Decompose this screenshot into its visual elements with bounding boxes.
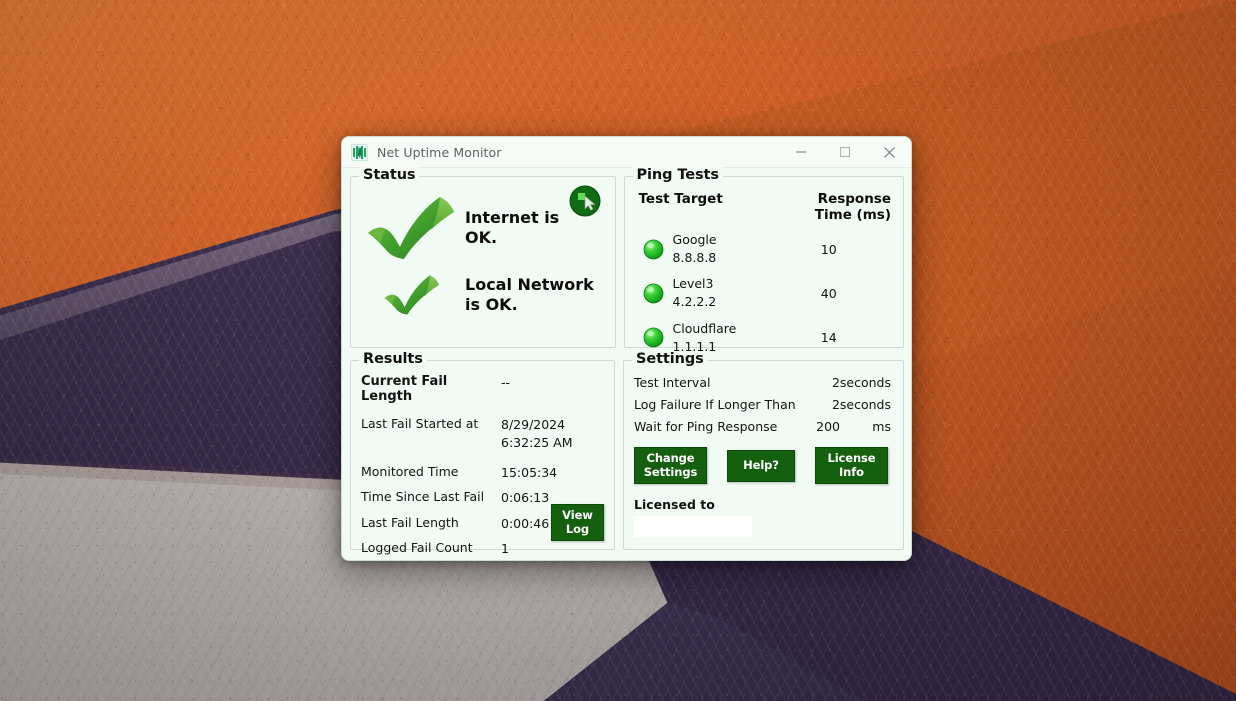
monitoring-activity-icon (569, 185, 601, 217)
current-fail-length-value: -- (501, 375, 511, 390)
maximize-icon[interactable] (823, 137, 867, 168)
status-led-icon (635, 327, 673, 348)
setting-value: 2 (831, 397, 840, 412)
status-led-icon (635, 283, 673, 304)
last-fail-started-label: Last Fail Started at (361, 416, 479, 431)
local-network-checkmark-icon (361, 273, 465, 317)
logged-fail-count-label: Logged Fail Count (361, 539, 473, 555)
license-info-line1: License (827, 450, 876, 465)
net-uptime-monitor-window: Net Uptime Monitor Status Internet is OK… (341, 136, 912, 561)
setting-value: 2 (831, 375, 840, 390)
last-fail-started-value: 8/29/2024 6:32:25 AM (501, 416, 573, 452)
help-button[interactable]: Help? (727, 450, 795, 482)
monitored-time-label: Monitored Time (361, 464, 459, 480)
setting-unit: ms (872, 419, 891, 434)
local-network-status-row: Local Network is OK. (361, 273, 605, 317)
change-settings-line2: Settings (643, 464, 698, 479)
ping-tests-header: Test Target Response Time (ms) (635, 191, 893, 223)
last-fail-length-value: 0:00:46 (501, 515, 550, 531)
monitored-time-row: Monitored Time 15:05:34 (361, 464, 604, 482)
change-settings-line1: Change (646, 450, 695, 465)
license-info-button[interactable]: License Info (815, 447, 888, 484)
setting-unit: seconds (839, 375, 891, 390)
ping-target-ip: 4.2.2.2 (672, 294, 717, 310)
settings-button-row: Change Settings Help? License Info (634, 447, 893, 484)
setting-unit: seconds (839, 397, 891, 412)
view-log-button[interactable]: View Log (551, 504, 604, 541)
ping-target-google: Google 8.8.8.8 (673, 231, 787, 267)
ping-tests-panel: Ping Tests Test Target Response Time (ms… (623, 167, 904, 354)
setting-row-test-interval: Test Interval 2 seconds (634, 375, 893, 390)
status-led-icon (635, 239, 673, 260)
time-since-last-fail-label: Time Since Last Fail (361, 489, 485, 505)
change-settings-button[interactable]: Change Settings (634, 447, 707, 484)
status-panel: Status Internet is OK. Local Network is … (350, 167, 616, 348)
licensed-to-label: Licensed to (634, 497, 715, 512)
results-panel: Results Current Fail Length -- Last Fail… (350, 351, 615, 556)
license-info-line2: Info (839, 464, 864, 479)
logged-fail-count-row: Logged Fail Count 1 (361, 540, 604, 558)
internet-status-line1: Internet is (465, 208, 560, 228)
waveform-icon (351, 143, 368, 161)
local-network-status-line2: is OK. (465, 295, 518, 314)
ping-column-target: Test Target (638, 191, 723, 207)
ping-target-ip: 8.8.8.8 (672, 250, 717, 266)
last-fail-started-date: 8/29/2024 (501, 417, 566, 432)
licensed-to-value (634, 516, 752, 537)
ping-target-level3: Level3 4.2.2.2 (673, 275, 787, 311)
internet-checkmark-icon (361, 195, 465, 261)
last-fail-length-label: Last Fail Length (361, 514, 459, 530)
logged-fail-count-value: 1 (501, 540, 509, 556)
current-fail-length-label: Current Fail Length (361, 374, 448, 404)
ping-tests-panel-legend: Ping Tests (632, 167, 723, 183)
monitored-time-value: 15:05:34 (501, 465, 558, 481)
window-title: Net Uptime Monitor (377, 144, 502, 160)
time-since-last-fail-value: 0:06:13 (501, 490, 550, 506)
bottom-panels-row: Results Current Fail Length -- Last Fail… (350, 351, 904, 556)
settings-panel-legend: Settings (632, 351, 708, 367)
status-panel-legend: Status (359, 167, 420, 183)
minimize-icon[interactable] (779, 137, 823, 168)
ping-response-value: 14 (820, 330, 837, 346)
view-log-line1: View (562, 507, 593, 522)
local-network-status-text: Local Network is OK. (465, 275, 594, 314)
ping-column-response: Response Time (ms) (814, 191, 891, 223)
setting-value: 200 (816, 419, 840, 434)
last-fail-started-time: 6:32:25 AM (501, 435, 573, 451)
internet-status-line2: OK. (465, 228, 498, 247)
internet-status-text: Internet is OK. (465, 208, 559, 247)
window-controls (779, 137, 911, 168)
top-panels-row: Status Internet is OK. Local Network is … (350, 167, 904, 354)
ping-response-value: 10 (820, 241, 837, 257)
setting-label: Log Failure If Longer Than (634, 397, 796, 412)
ping-target-name: Level3 (672, 276, 714, 292)
ping-response-value: 40 (820, 285, 837, 301)
setting-label: Wait for Ping Response (634, 419, 778, 434)
ping-row-level3: Level3 4.2.2.2 40 (635, 275, 893, 311)
view-log-line2: Log (565, 521, 590, 536)
setting-label: Test Interval (634, 375, 711, 390)
settings-panel: Settings Test Interval 2 seconds Log Fai… (623, 351, 904, 550)
ping-target-name: Cloudflare (672, 320, 737, 336)
last-fail-started-row: Last Fail Started at 8/29/2024 6:32:25 A… (361, 416, 604, 452)
current-fail-length-row: Current Fail Length -- (361, 374, 604, 404)
window-body: Status Internet is OK. Local Network is … (342, 167, 911, 560)
help-button-label: Help? (743, 458, 779, 473)
setting-row-log-failure-threshold: Log Failure If Longer Than 2 seconds (634, 397, 893, 412)
window-titlebar[interactable]: Net Uptime Monitor (342, 137, 911, 168)
ping-target-name: Google (672, 232, 717, 247)
local-network-status-line1: Local Network (465, 275, 594, 295)
ping-row-google: Google 8.8.8.8 10 (635, 231, 893, 267)
results-panel-legend: Results (359, 351, 427, 367)
setting-row-ping-wait: Wait for Ping Response 200 ms (634, 419, 893, 434)
close-icon[interactable] (867, 137, 911, 168)
